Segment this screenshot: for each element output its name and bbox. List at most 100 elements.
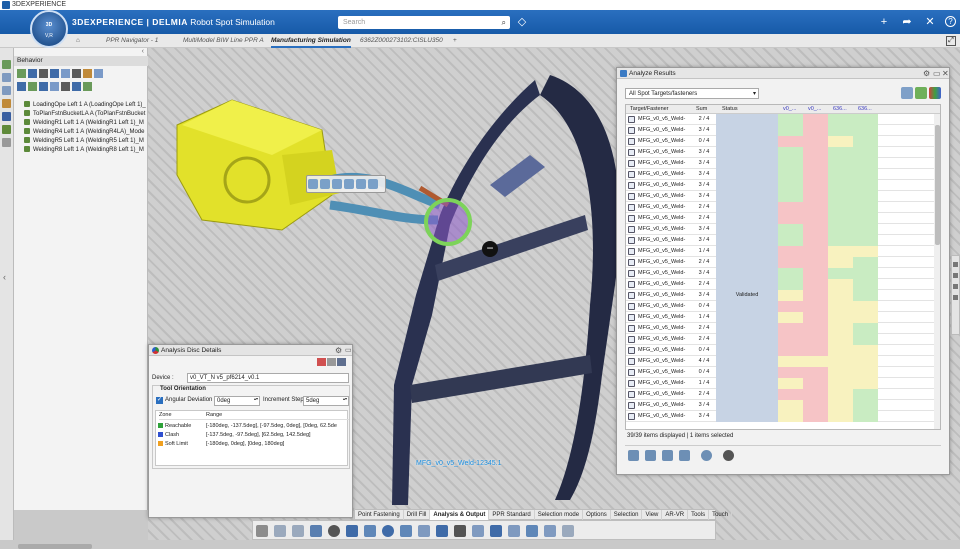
result-cell[interactable] (828, 389, 853, 400)
result-cell[interactable] (853, 345, 878, 356)
paste-icon[interactable] (292, 525, 304, 537)
simulate-icon[interactable] (723, 450, 734, 461)
simulation-icon[interactable] (382, 525, 394, 537)
tools-icon[interactable]: ✕ (924, 16, 936, 28)
result-cell[interactable] (853, 158, 878, 169)
table-row[interactable]: MFG_v0_v5_Weld- 2 / 4 (626, 279, 934, 290)
result-cell[interactable] (828, 334, 853, 345)
result-cell[interactable] (803, 356, 828, 367)
context-tool-icon[interactable] (320, 179, 330, 189)
undo-icon[interactable] (310, 525, 322, 537)
close-panel-icon[interactable]: ‹ (142, 48, 144, 55)
result-cell[interactable] (828, 180, 853, 191)
product-icon[interactable] (2, 86, 11, 95)
minimize-icon[interactable]: ▭ (933, 68, 941, 79)
home-icon[interactable]: ⌂ (76, 34, 80, 48)
zone-row[interactable]: Reachable [-180deg, -137.5deg], [-97.5deg… (158, 422, 348, 431)
result-cell[interactable] (853, 378, 878, 389)
result-cell[interactable] (828, 147, 853, 158)
close-icon[interactable]: ✕ (942, 68, 949, 79)
cut-icon[interactable] (256, 525, 268, 537)
result-cell[interactable] (853, 136, 878, 147)
weld-icon[interactable] (508, 525, 520, 537)
result-cell[interactable] (778, 191, 803, 202)
result-cell[interactable] (778, 345, 803, 356)
result-cell[interactable] (778, 158, 803, 169)
angular-deviation-input[interactable]: 0deg (214, 396, 260, 406)
column-header[interactable]: 636... (858, 105, 872, 114)
tab-process[interactable]: 6362Z000273102:CISLU350 (360, 34, 443, 48)
table-row[interactable]: MFG_v0_v5_Weld- 2 / 4 (626, 257, 934, 268)
system-icon[interactable] (2, 99, 11, 108)
search-icon[interactable] (328, 525, 340, 537)
result-cell[interactable] (778, 180, 803, 191)
path-icon[interactable] (490, 525, 502, 537)
result-cell[interactable] (803, 345, 828, 356)
result-cell[interactable] (853, 356, 878, 367)
result-cell[interactable] (803, 378, 828, 389)
table-row[interactable]: MFG_v0_v5_Weld- 1 / 4 (626, 312, 934, 323)
result-cell[interactable] (803, 268, 828, 279)
settings-icon[interactable] (2, 138, 11, 147)
result-cell[interactable] (853, 257, 878, 268)
book-icon[interactable] (346, 525, 358, 537)
result-cell[interactable] (803, 334, 828, 345)
column-header[interactable]: v0_... (808, 105, 821, 114)
color-map-icon[interactable] (929, 87, 941, 99)
result-cell[interactable] (828, 114, 853, 125)
result-cell[interactable] (828, 136, 853, 147)
result-cell[interactable] (853, 202, 878, 213)
result-cell[interactable] (778, 290, 803, 301)
result-cell[interactable] (803, 290, 828, 301)
robot-icon[interactable] (317, 358, 326, 366)
result-cell[interactable] (778, 378, 803, 389)
export-icon[interactable] (915, 87, 927, 99)
result-cell[interactable] (828, 367, 853, 378)
result-cell[interactable] (853, 411, 878, 422)
result-cell[interactable] (803, 246, 828, 257)
section-tab[interactable]: Selection (611, 510, 643, 520)
context-tool-icon[interactable] (344, 179, 354, 189)
layout-icon[interactable] (2, 112, 11, 121)
table-row[interactable]: MFG_v0_v5_Weld- 3 / 4 (626, 224, 934, 235)
table-row[interactable]: MFG_v0_v5_Weld- 2 / 4 (626, 213, 934, 224)
device-field[interactable]: v0_VT_N v5_pf6214_v0.1 (187, 373, 349, 383)
result-cell[interactable] (778, 202, 803, 213)
table-row[interactable]: MFG_v0_v5_Weld- 0 / 4 (626, 136, 934, 147)
result-cell[interactable] (778, 279, 803, 290)
result-cell[interactable] (803, 323, 828, 334)
check-icon[interactable] (28, 82, 37, 91)
result-cell[interactable] (778, 301, 803, 312)
result-cell[interactable] (828, 213, 853, 224)
section-tab[interactable]: Analysis & Output (430, 510, 490, 520)
result-cell[interactable] (803, 158, 828, 169)
table-row[interactable]: MFG_v0_v5_Weld- 3 / 4 (626, 169, 934, 180)
result-cell[interactable] (853, 400, 878, 411)
copy-icon[interactable] (274, 525, 286, 537)
sync-icon[interactable] (83, 82, 92, 91)
zone-row[interactable]: Soft Limit [-180deg, 0deg], [0deg, 180deg… (158, 440, 348, 449)
result-cell[interactable] (803, 191, 828, 202)
clash-icon[interactable] (400, 525, 412, 537)
table-row[interactable]: MFG_v0_v5_Weld- 1 / 4 (626, 246, 934, 257)
filter-icon[interactable] (17, 82, 26, 91)
result-cell[interactable] (853, 301, 878, 312)
table-row[interactable]: MFG_v0_v5_Weld- 0 / 4 (626, 345, 934, 356)
result-cell[interactable] (828, 169, 853, 180)
tab-ppr-navigator[interactable]: PPR Navigator - 1 (106, 34, 158, 48)
report-icon[interactable] (544, 525, 556, 537)
result-cell[interactable] (803, 180, 828, 191)
resource-tool-icon[interactable] (28, 69, 37, 78)
link-icon[interactable] (61, 69, 70, 78)
column-header[interactable]: 636... (833, 105, 847, 114)
behavior-icon[interactable] (2, 60, 11, 69)
result-cell[interactable] (803, 400, 828, 411)
result-cell[interactable] (803, 213, 828, 224)
group-icon[interactable] (50, 82, 59, 91)
analyze-tool-icon[interactable] (662, 450, 673, 461)
column-header[interactable]: Sum (696, 105, 707, 114)
result-cell[interactable] (828, 279, 853, 290)
result-cell[interactable] (853, 279, 878, 290)
context-tool-icon[interactable] (332, 179, 342, 189)
result-cell[interactable] (803, 389, 828, 400)
